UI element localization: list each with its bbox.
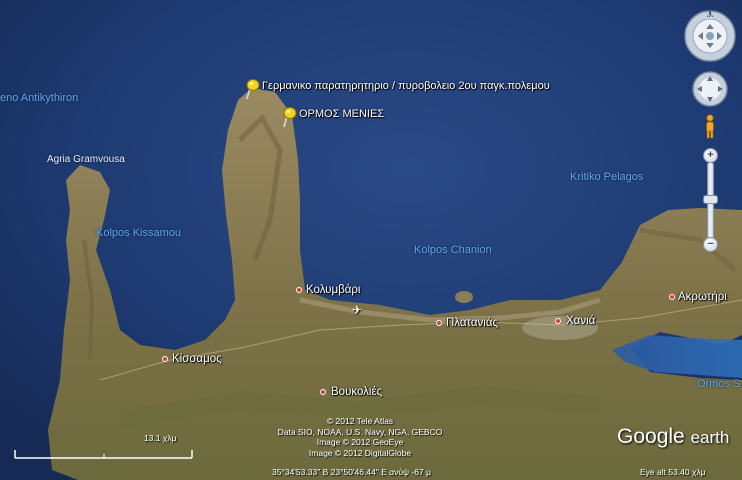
place-label-gramvousa: Agria Gramvousa bbox=[47, 154, 125, 165]
sea-label-kissamou: Kolpos Kissamou bbox=[96, 227, 181, 239]
pegman-icon[interactable] bbox=[703, 114, 717, 140]
town-marker[interactable] bbox=[436, 320, 442, 326]
zoom-out-button[interactable]: − bbox=[703, 237, 718, 252]
zoom-in-button[interactable]: + bbox=[703, 148, 718, 163]
svg-text:N: N bbox=[708, 14, 712, 20]
scale-label: 13.1 χλμ bbox=[144, 433, 177, 443]
copyright-line: © 2012 Tele Atlas bbox=[326, 416, 394, 426]
place-label-kolymvari[interactable]: Κολυμβάρι bbox=[306, 284, 360, 296]
logo-text-earth: earth bbox=[690, 428, 730, 447]
town-marker[interactable] bbox=[320, 389, 326, 395]
place-label-akrotiri[interactable]: Ακρωτήρι bbox=[678, 291, 727, 303]
pushpin-icon[interactable] bbox=[244, 78, 260, 100]
airport-icon: ✈ bbox=[352, 303, 363, 317]
place-label-chania[interactable]: Χανιά bbox=[566, 315, 595, 327]
copyright-line: Image © 2012 GeoEye bbox=[316, 437, 404, 447]
logo-text-google: Google bbox=[617, 425, 685, 448]
pushpin-icon[interactable] bbox=[281, 106, 297, 128]
satellite-imagery bbox=[0, 0, 742, 480]
sea-label-kritiko: Kritiko Pelagos bbox=[570, 171, 644, 183]
town-marker[interactable] bbox=[162, 356, 168, 362]
copyright-line: Image © 2012 DigitalGlobe bbox=[308, 447, 412, 458]
placemark-label-menies[interactable]: ΟΡΜΟΣ ΜΕΝΙΕΣ bbox=[299, 108, 384, 120]
scale-bar bbox=[14, 450, 193, 459]
town-marker[interactable] bbox=[296, 287, 302, 293]
copyright-block: © 2012 Tele Atlas Data SIO, NOAA, U.S. N… bbox=[270, 416, 450, 458]
sea-label-antikythiron: eno Antikythiron bbox=[0, 92, 79, 104]
copyright-line: Data SIO, NOAA, U.S. Navy, NGA, GEBCO bbox=[277, 426, 443, 437]
compass-icon[interactable]: N bbox=[683, 7, 737, 65]
coordinate-readout: 35°34'53.33" B 23°50'46.44" E ανύψ -67 μ bbox=[272, 467, 432, 477]
place-label-voukolies[interactable]: Βουκολιές bbox=[331, 386, 382, 398]
place-label-platanias[interactable]: Πλατανιάς bbox=[446, 317, 498, 329]
map-view[interactable]: eno Antikythiron Agria Gramvousa Kolpos … bbox=[0, 0, 742, 480]
look-joystick-icon[interactable] bbox=[691, 70, 729, 108]
sea-label-chanion: Kolpos Chanion bbox=[414, 244, 492, 256]
google-earth-logo: Google earth bbox=[617, 425, 729, 449]
placemark-label-bunker[interactable]: Γερμανικο παρατηρητηριο / πυροβολειο 2ου… bbox=[262, 80, 550, 92]
place-label-kissamos[interactable]: Κίσσαμος bbox=[172, 353, 222, 365]
zoom-slider-thumb[interactable] bbox=[703, 195, 718, 204]
town-marker[interactable] bbox=[555, 318, 561, 324]
eye-altitude-readout: Eye alt 53.40 χλμ bbox=[640, 467, 706, 477]
town-marker[interactable] bbox=[669, 294, 675, 300]
sea-label-ormos: Ormos S bbox=[697, 378, 741, 390]
